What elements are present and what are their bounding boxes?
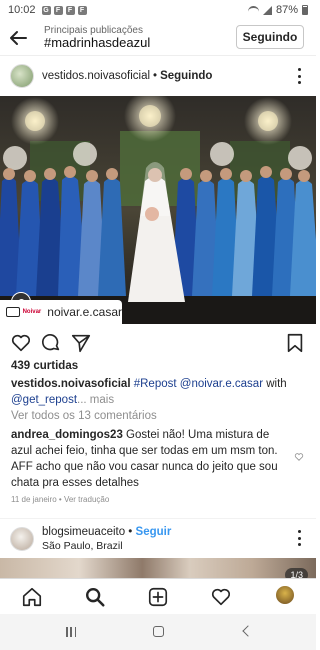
back-button[interactable] <box>0 20 36 56</box>
comment-icon[interactable] <box>40 332 62 354</box>
status-app-icon: F <box>77 5 87 15</box>
caption-more[interactable]: ... mais <box>77 394 114 406</box>
top-header: Principais publicações #madrinhasdeazul … <box>0 20 316 56</box>
follow-state[interactable]: Seguindo <box>160 70 212 82</box>
follow-link[interactable]: Seguir <box>136 526 172 538</box>
battery-percent: 87% <box>275 4 298 16</box>
search-icon[interactable] <box>84 586 106 608</box>
post-actions <box>0 330 316 356</box>
battery-icon <box>302 5 308 15</box>
bridesmaids-photo <box>0 96 316 324</box>
post-username[interactable]: vestidos.noivasoficial <box>42 70 150 82</box>
next-post-user: blogsimeuaceito • Seguir São Paulo, Braz… <box>42 525 172 553</box>
recent-apps-icon[interactable] <box>66 627 76 637</box>
bookmark-icon[interactable] <box>284 332 306 354</box>
status-app-icon: F <box>53 5 63 15</box>
caption-hashtag[interactable]: #Repost <box>134 378 177 390</box>
repost-icon <box>6 307 20 317</box>
tagged-username: noivar.e.casar <box>47 305 122 319</box>
likes-count[interactable]: 439 curtidas <box>11 360 78 372</box>
page-title: #madrinhasdeazul <box>44 34 151 50</box>
comment-username[interactable]: andrea_domingos23 <box>11 429 123 441</box>
next-post-username[interactable]: blogsimeuaceito <box>42 526 125 538</box>
caption-mention[interactable]: @noivar.e.casar <box>180 378 263 390</box>
more-options-icon[interactable] <box>298 530 302 546</box>
wifi-icon <box>247 5 259 15</box>
repost-tag[interactable]: Noivar noivar.e.casar <box>0 300 122 324</box>
post-user-line: vestidos.noivasoficial • Seguindo <box>42 70 213 82</box>
following-button[interactable]: Seguindo <box>236 25 304 49</box>
bottom-nav <box>0 578 316 614</box>
next-post-header: blogsimeuaceito • Seguir São Paulo, Braz… <box>0 518 316 558</box>
caption-username[interactable]: vestidos.noivasoficial <box>11 378 131 390</box>
status-app-icon: F <box>65 5 75 15</box>
plus-square-icon[interactable] <box>147 586 169 608</box>
post-caption: vestidos.noivasoficial #Repost @noivar.e… <box>11 376 306 408</box>
heart-icon[interactable] <box>10 332 32 354</box>
caption-text: with <box>266 378 287 390</box>
comment-heart-icon[interactable] <box>294 452 304 462</box>
post-location[interactable]: São Paulo, Brazil <box>42 539 171 553</box>
header-text: Principais publicações #madrinhasdeazul <box>44 25 150 50</box>
status-app-icon: G <box>41 5 51 15</box>
post-photo[interactable] <box>0 96 316 324</box>
comment: andrea_domingos23 Gostei não! Uma mistur… <box>11 427 293 491</box>
avatar[interactable] <box>10 526 34 551</box>
send-icon[interactable] <box>70 332 92 354</box>
signal-icon <box>262 5 272 15</box>
avatar[interactable] <box>10 64 34 88</box>
see-translation-link[interactable]: Ver tradução <box>64 495 109 504</box>
status-bar: 10:02 G F F F 87% <box>0 0 316 20</box>
tag-logo: Noivar <box>22 309 42 315</box>
comment-date: 11 de janeiro <box>11 495 57 504</box>
arrow-left-icon <box>10 30 27 45</box>
home-icon[interactable] <box>21 586 43 608</box>
home-button-icon[interactable] <box>153 626 164 637</box>
android-nav-bar <box>0 614 316 650</box>
post-header: vestidos.noivasoficial • Seguindo <box>0 56 316 96</box>
activity-heart-icon[interactable] <box>210 586 232 608</box>
back-nav-icon[interactable] <box>242 625 254 637</box>
next-post-photo[interactable] <box>0 558 316 578</box>
profile-avatar[interactable] <box>275 585 295 605</box>
more-options-icon[interactable] <box>298 68 302 84</box>
view-all-comments-link[interactable]: Ver todos os 13 comentários <box>11 410 157 422</box>
comment-meta: 11 de janeiro • Ver tradução <box>11 495 110 504</box>
caption-mention-2[interactable]: @get_repost <box>11 394 77 406</box>
status-time: 10:02 <box>8 4 36 16</box>
